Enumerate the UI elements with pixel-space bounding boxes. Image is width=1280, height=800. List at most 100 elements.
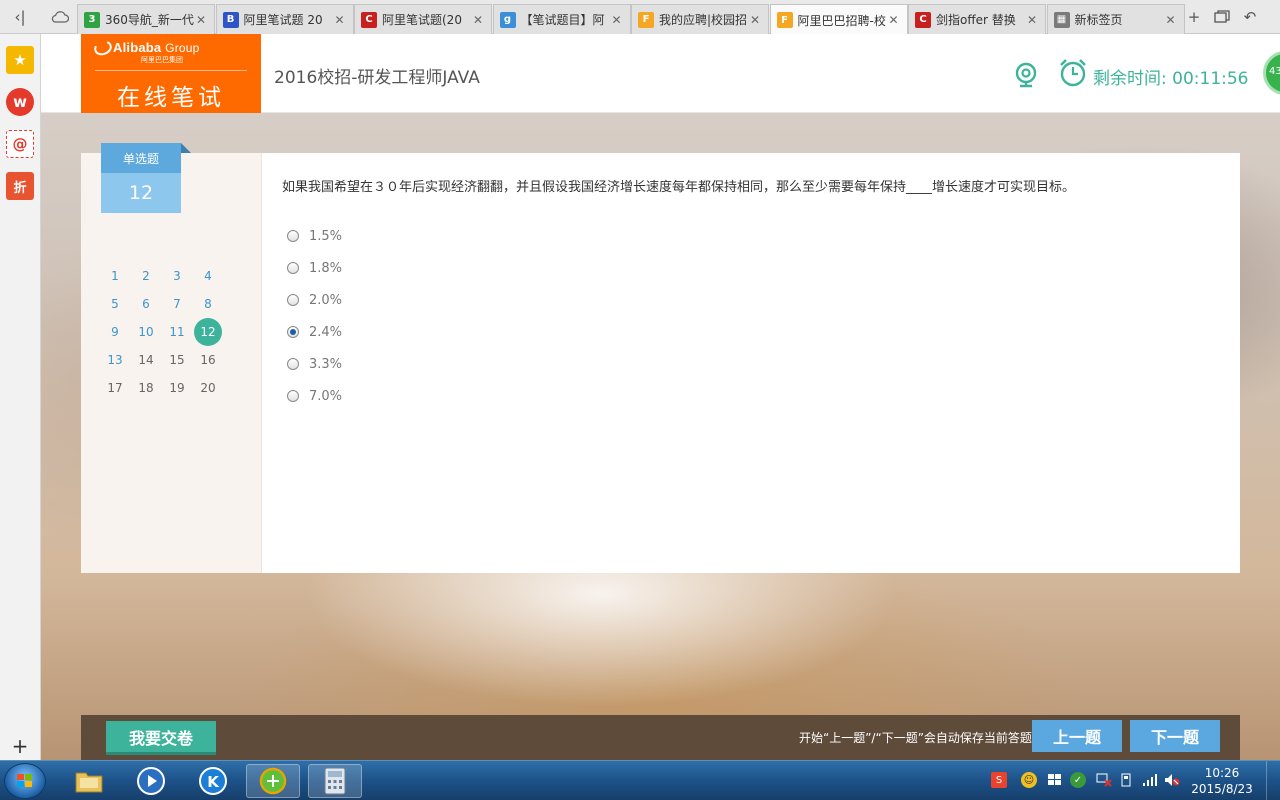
site-go-icon: g — [499, 11, 516, 28]
media-player-icon[interactable] — [124, 764, 178, 798]
question-jump-20[interactable]: 20 — [193, 374, 223, 402]
answer-option[interactable]: 2.0% — [287, 284, 342, 316]
clock-date: 2015/8/23 — [1191, 782, 1253, 796]
tab-title: 360导航_新一代 — [105, 13, 194, 27]
exam-title: 2016校招-研发工程师JAVA — [274, 68, 480, 88]
close-tab-icon[interactable]: ✕ — [194, 13, 208, 27]
kugou-music-icon[interactable]: K — [186, 764, 240, 798]
answer-option[interactable]: 7.0% — [287, 380, 342, 412]
favorites-star-icon[interactable]: ★ — [6, 46, 34, 74]
option-label: 7.0% — [309, 388, 343, 404]
question-jump-17[interactable]: 17 — [100, 374, 130, 402]
csdn-c-icon: C — [915, 11, 931, 28]
file-explorer-icon[interactable] — [62, 764, 116, 798]
close-tab-icon[interactable]: ✕ — [1164, 13, 1178, 27]
close-tab-icon[interactable]: ✕ — [1025, 13, 1039, 27]
option-label: 3.3% — [309, 356, 343, 372]
radio-button[interactable] — [287, 390, 299, 402]
network-warning-icon[interactable] — [1096, 772, 1112, 788]
alibaba-logo[interactable]: Alibaba Group 阿里巴巴集团 在线笔试 — [81, 34, 261, 113]
radio-button[interactable] — [287, 262, 299, 274]
browser-tab[interactable]: 3 360导航_新一代 ✕ — [77, 4, 215, 34]
start-button[interactable] — [4, 763, 46, 799]
qq-tray-icon[interactable]: ☺ — [1021, 772, 1037, 788]
tab-title: 新标签页 — [1074, 13, 1123, 27]
logo-brand: Alibaba — [113, 40, 162, 55]
show-desktop-button[interactable] — [1266, 761, 1280, 800]
browser-tab[interactable]: C 剑指offer 替换 ✕ — [908, 4, 1046, 34]
weibo-icon[interactable]: w — [6, 88, 34, 116]
browser-tab[interactable]: C 阿里笔试题(20 ✕ — [354, 4, 492, 34]
next-question-button[interactable]: 下一题 — [1130, 720, 1220, 752]
mail-icon[interactable]: @ — [6, 130, 34, 158]
question-jump-4[interactable]: 4 — [193, 262, 223, 290]
radio-button[interactable] — [287, 230, 299, 242]
system-clock[interactable]: 10:26 2015/8/23 — [1186, 765, 1258, 797]
calculator-icon[interactable] — [308, 764, 362, 798]
question-jump-14[interactable]: 14 — [131, 346, 161, 374]
restore-tabs-icon[interactable] — [1208, 4, 1236, 30]
radio-button[interactable] — [287, 294, 299, 306]
browser-tab[interactable]: B 阿里笔试题 20 ✕ — [215, 4, 354, 34]
browser-tab[interactable]: ▦ 新标签页 ✕ — [1046, 4, 1185, 34]
timer-badge: 43 — [1263, 51, 1280, 95]
radio-button[interactable] — [287, 326, 299, 338]
undo-close-tab-icon[interactable]: ↶ — [1236, 4, 1264, 30]
question-jump-13[interactable]: 13 — [100, 346, 130, 374]
signal-icon[interactable] — [1142, 772, 1158, 788]
close-tab-icon[interactable]: ✕ — [887, 13, 901, 27]
browser-tab[interactable]: g 【笔试题目】阿 ✕ — [492, 4, 631, 34]
question-jump-12[interactable]: 12 — [193, 318, 223, 346]
question-jump-18[interactable]: 18 — [131, 374, 161, 402]
volume-muted-icon[interactable] — [1164, 772, 1180, 788]
discount-icon[interactable]: 折 — [6, 172, 34, 200]
tab-scroll-left-icon[interactable]: ‹| — [6, 4, 34, 30]
security-guard-icon[interactable]: ✓ — [1070, 772, 1086, 788]
sogou-ime-icon[interactable]: S — [991, 772, 1007, 788]
answer-option[interactable]: 2.4% — [287, 316, 342, 348]
new-tab-icon[interactable]: + — [1180, 4, 1208, 30]
360-browser-icon[interactable] — [246, 764, 300, 798]
browser-sidebar: ★ w @ 折 + — [0, 34, 41, 760]
answer-option[interactable]: 1.8% — [287, 252, 342, 284]
question-jump-16[interactable]: 16 — [193, 346, 223, 374]
windows-tray-icon[interactable] — [1046, 772, 1062, 788]
timer-value: 00:11:56 — [1172, 69, 1249, 89]
question-jump-7[interactable]: 7 — [162, 290, 192, 318]
question-text: 如果我国希望在３０年后实现经济翻翻，并且假设我国经济增长速度每年都保持相同，那么… — [282, 180, 1076, 195]
add-sidebar-icon[interactable]: + — [6, 734, 34, 758]
question-jump-2[interactable]: 2 — [131, 262, 161, 290]
radio-button[interactable] — [287, 358, 299, 370]
logo-text: 在线笔试 — [117, 85, 225, 111]
question-jump-5[interactable]: 5 — [100, 290, 130, 318]
answer-option[interactable]: 3.3% — [287, 348, 342, 380]
question-jump-11[interactable]: 11 — [162, 318, 192, 346]
question-jump-8[interactable]: 8 — [193, 290, 223, 318]
question-jump-15[interactable]: 15 — [162, 346, 192, 374]
submit-exam-button[interactable]: 我要交卷 — [106, 721, 216, 755]
close-tab-icon[interactable]: ✕ — [471, 13, 485, 27]
question-jump-1[interactable]: 1 — [100, 262, 130, 290]
cloud-icon[interactable] — [46, 4, 74, 30]
question-jump-6[interactable]: 6 — [131, 290, 161, 318]
logo-group: Group — [165, 41, 200, 55]
usb-device-icon[interactable] — [1118, 772, 1134, 788]
browser-tab[interactable]: F 我的应聘|校园招 ✕ — [631, 4, 769, 34]
close-tab-icon[interactable]: ✕ — [610, 13, 624, 27]
close-tab-icon[interactable]: ✕ — [748, 13, 762, 27]
tab-title: 阿里巴巴招聘-校 — [797, 13, 886, 28]
close-tab-icon[interactable]: ✕ — [333, 13, 347, 27]
question-jump-9[interactable]: 9 — [100, 318, 130, 346]
browser-tab[interactable]: F 阿里巴巴招聘-校 ✕ — [769, 4, 908, 35]
previous-question-button[interactable]: 上一题 — [1032, 720, 1122, 752]
option-label: 2.0% — [309, 292, 343, 308]
question-navigator: 单选题 12 1 2 3 4 5 6 7 8 9 10 11 12 13 14 15 16 17 18 19 20 — [81, 143, 262, 573]
time-remaining: 剩余时间: 00:11:56 — [1093, 69, 1249, 89]
answer-option[interactable]: 1.5% — [287, 220, 342, 252]
question-jump-3[interactable]: 3 — [162, 262, 192, 290]
question-jump-19[interactable]: 19 — [162, 374, 192, 402]
footer-bar: 我要交卷 开始“上一题”/“下一题”会自动保存当前答题 上一题 下一题 — [81, 715, 1240, 760]
question-jump-10[interactable]: 10 — [131, 318, 161, 346]
tab-title: 【笔试题目】阿 — [520, 13, 605, 27]
answer-options: 1.5% 1.8% 2.0% 2.4% 3.3% 7.0% — [287, 220, 342, 412]
